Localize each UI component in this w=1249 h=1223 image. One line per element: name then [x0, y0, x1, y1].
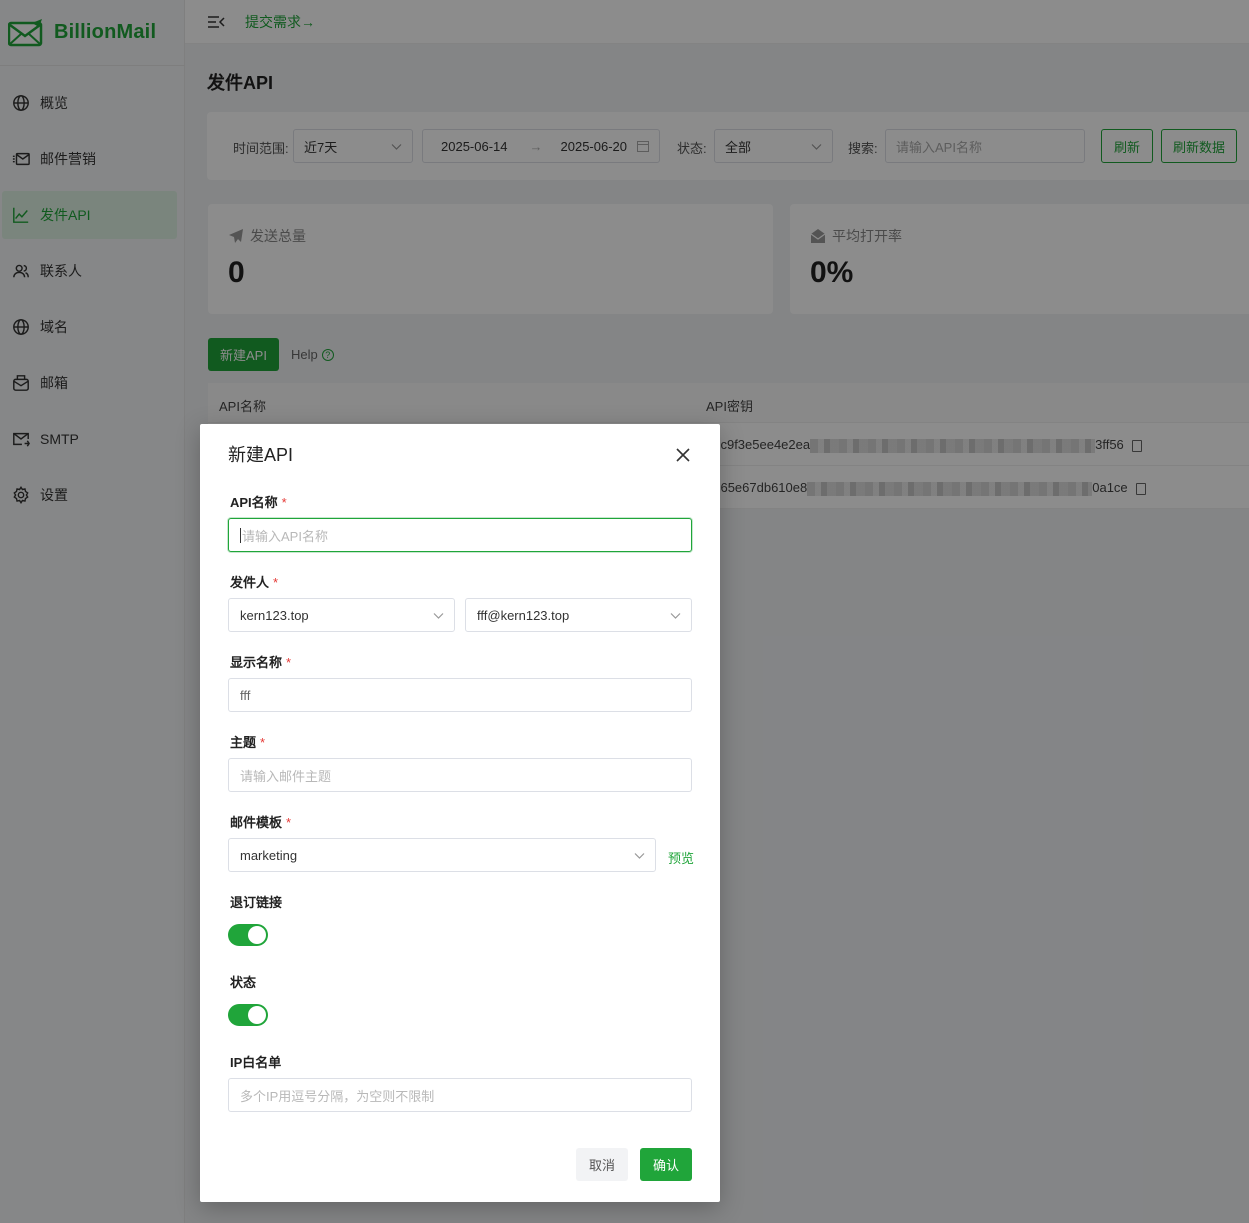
subject-label: 主题 *: [230, 732, 265, 751]
sender-label: 发件人 *: [230, 572, 278, 591]
new-api-modal: 新建API API名称 * 请输入API名称 发件人 * kern123.top f…: [200, 424, 720, 1202]
chevron-down-icon: [670, 613, 681, 619]
subject-input[interactable]: 请输入邮件主题: [228, 758, 692, 792]
toggle-knob: [248, 926, 266, 944]
status-toggle[interactable]: [228, 1004, 268, 1026]
api-name-label: API名称 *: [230, 492, 287, 511]
template-label: 邮件模板 *: [230, 812, 291, 831]
template-select[interactable]: marketing: [228, 838, 656, 872]
text-caret: [240, 527, 241, 543]
display-name-label-text: 显示名称: [230, 655, 283, 670]
confirm-button[interactable]: 确认: [640, 1148, 692, 1181]
chevron-down-icon: [433, 613, 444, 619]
sender-email-select[interactable]: fff@kern123.top: [465, 598, 692, 632]
chevron-down-icon: [634, 853, 645, 859]
ip-whitelist-input[interactable]: 多个IP用逗号分隔，为空则不限制: [228, 1078, 692, 1112]
template-value: marketing: [240, 847, 298, 863]
required-mark: *: [260, 735, 266, 750]
api-name-label-text: API名称: [230, 495, 278, 510]
display-name-label: 显示名称 *: [230, 652, 291, 671]
modal-title: 新建API: [228, 445, 294, 465]
status-field-label: 状态: [230, 975, 257, 990]
required-mark: *: [273, 575, 279, 590]
required-mark: *: [286, 815, 292, 830]
unsubscribe-label: 退订链接: [230, 895, 283, 910]
sender-domain-value: kern123.top: [240, 607, 309, 623]
api-name-input[interactable]: 请输入API名称: [228, 518, 692, 552]
toggle-knob: [248, 1006, 266, 1024]
sender-domain-select[interactable]: kern123.top: [228, 598, 455, 632]
sender-email-value: fff@kern123.top: [477, 607, 570, 623]
close-icon[interactable]: [676, 448, 690, 462]
subject-label-text: 主题: [230, 735, 257, 750]
required-mark: *: [281, 495, 287, 510]
required-mark: *: [286, 655, 292, 670]
cancel-button[interactable]: 取消: [576, 1148, 628, 1181]
template-label-text: 邮件模板: [230, 815, 283, 830]
sender-label-text: 发件人: [230, 575, 270, 590]
ip-whitelist-label: IP白名单: [230, 1055, 282, 1070]
display-name-input[interactable]: fff: [228, 678, 692, 712]
preview-link[interactable]: 预览: [668, 848, 694, 867]
api-name-placeholder: 请输入API名称: [242, 528, 328, 544]
unsubscribe-toggle[interactable]: [228, 924, 268, 946]
